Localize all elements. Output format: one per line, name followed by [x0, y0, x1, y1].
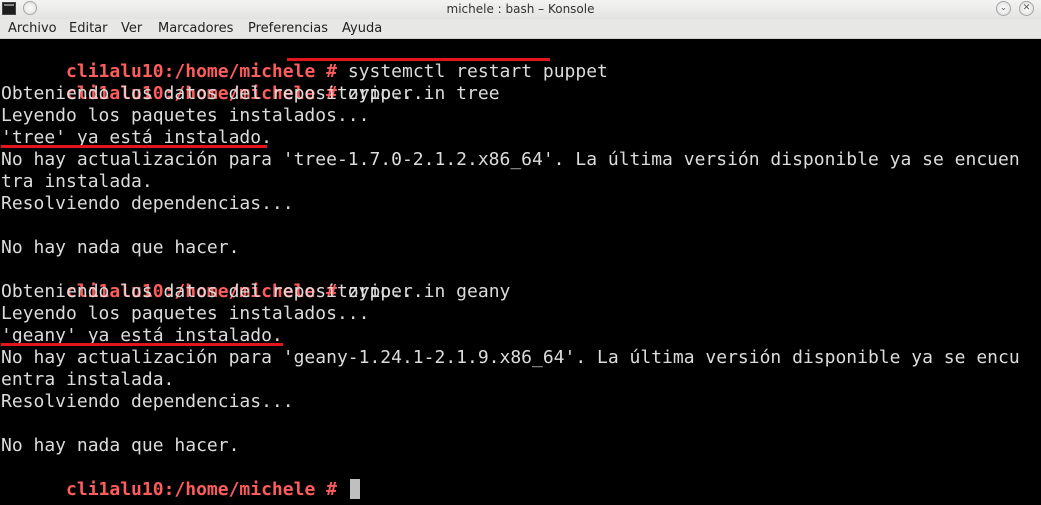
- text-cursor: [349, 479, 360, 499]
- terminal-output[interactable]: cli1alu10:/home/michele # systemctl rest…: [0, 39, 1041, 505]
- shell-prompt: cli1alu10:/home/michele #: [66, 479, 337, 500]
- output-line: No hay actualización para 'geany-1.24.1-…: [1, 347, 1020, 368]
- menu-archivo[interactable]: Archivo: [8, 21, 57, 36]
- minimize-button[interactable]: ⌄: [996, 1, 1011, 16]
- output-line: Leyendo los paquetes instalados...: [1, 303, 370, 324]
- close-button[interactable]: ✕: [1019, 1, 1034, 16]
- menu-preferencias[interactable]: Preferencias: [248, 21, 328, 36]
- menu-ayuda[interactable]: Ayuda: [342, 21, 382, 36]
- output-line: No hay nada que hacer.: [1, 237, 240, 258]
- prompt-line: cli1alu10:/home/michele # zypper in gean…: [1, 259, 510, 302]
- output-line: Resolviendo dependencias...: [1, 193, 294, 214]
- underline-mark: [1, 343, 283, 346]
- output-line: tra instalada.: [1, 171, 153, 192]
- output-line: Leyendo los paquetes instalados...: [1, 105, 370, 126]
- title-bar[interactable]: michele : bash – Konsole ⌄ ✕: [0, 0, 1041, 19]
- output-line: Resolviendo dependencias...: [1, 391, 294, 412]
- prompt-line: cli1alu10:/home/michele #: [1, 457, 360, 500]
- underline-mark: [1, 145, 267, 148]
- menu-ver[interactable]: Ver: [121, 21, 142, 36]
- menu-marcadores[interactable]: Marcadores: [158, 21, 233, 36]
- window-title: michele : bash – Konsole: [446, 2, 595, 16]
- menu-editar[interactable]: Editar: [69, 21, 108, 36]
- output-line: Obteniendo los datos del repositorio...: [1, 281, 424, 302]
- output-line: No hay nada que hacer.: [1, 435, 240, 456]
- output-line: No hay actualización para 'tree-1.7.0-2.…: [1, 149, 1020, 170]
- output-line: Obteniendo los datos del repositorio...: [1, 83, 424, 104]
- konsole-window: michele : bash – Konsole ⌄ ✕ Archivo Edi…: [0, 0, 1041, 505]
- menu-bar: Archivo Editar Ver Marcadores Preferenci…: [0, 19, 1041, 39]
- prompt-line: cli1alu10:/home/michele # zypper in tree: [1, 61, 500, 104]
- output-line: entra instalada.: [1, 369, 175, 390]
